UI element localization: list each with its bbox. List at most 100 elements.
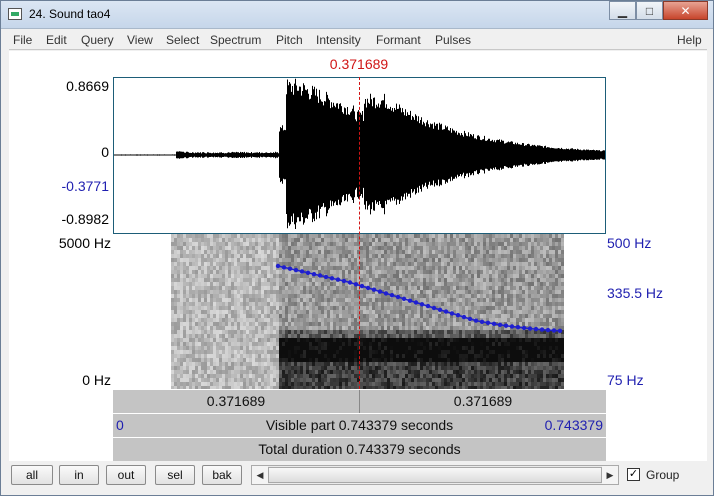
pitch-point [461,314,467,320]
pitch-point [509,324,515,329]
pitch-point [533,326,539,332]
pitch-point [467,316,473,322]
right-part-button[interactable]: 0.371689 [360,393,606,409]
pitch-point [545,327,551,333]
pitch-point [425,303,431,309]
scroll-right-button[interactable]: ▶ [602,466,618,484]
menu-file[interactable]: File [13,33,32,47]
cursor-time-label: 0.371689 [329,56,389,72]
menu-query[interactable]: Query [81,33,114,47]
sound-editor-area: 0.371689 0.8669 0 -0.3771 -0.8982 5000 H… [9,51,707,461]
pitch-point [305,270,311,275]
zoom-out-button[interactable]: out [106,465,146,485]
pitch-point [335,277,341,282]
close-icon: ✕ [680,3,691,18]
pitch-point [419,302,425,307]
pitch-point [539,327,545,332]
spectrogram-freq-min-label: 0 Hz [82,372,111,388]
menu-pulses[interactable]: Pulses [435,33,471,47]
pitch-point [287,266,293,271]
pitch-min-label: 75 Hz [607,372,644,388]
pitch-point [329,276,335,281]
pitch-max-label: 500 Hz [607,235,652,251]
pitch-point [383,291,389,296]
visible-part-label: Visible part 0.743379 seconds [265,417,454,433]
pitch-point [323,274,329,280]
menu-help[interactable]: Help [677,33,702,47]
menu-intensity[interactable]: Intensity [316,33,361,47]
total-duration-label: Total duration 0.743379 seconds [258,441,461,457]
total-duration-bar[interactable]: Total duration 0.743379 seconds [113,437,606,461]
pitch-point [293,267,299,273]
pitch-point [347,280,353,285]
pitch-point [455,313,461,318]
horizontal-scrollbar[interactable]: ◀ ▶ [251,465,619,485]
menu-edit[interactable]: Edit [46,33,67,47]
visible-part-bar[interactable]: 0 Visible part 0.743379 seconds 0.743379 [113,413,606,437]
pitch-point [371,287,377,292]
pitch-point [341,278,347,284]
waveform-trace [114,78,605,229]
pitch-point [365,285,371,291]
zoom-in-button[interactable]: in [59,465,99,485]
scrollbar-thumb[interactable] [268,467,602,483]
waveform-ymax-label: 0.8669 [66,78,109,94]
menu-spectrum[interactable]: Spectrum [210,33,261,47]
pitch-point [521,325,527,331]
pitch-point [479,319,485,324]
spectrogram-freq-max-label: 5000 Hz [58,235,111,251]
waveform-cursor-value-label: -0.3771 [61,178,109,194]
bottom-toolbar: all in out sel bak ◀ ▶ ✓ Group [9,462,707,488]
pitch-point [353,282,359,287]
menu-view[interactable]: View [127,33,153,47]
pitch-point [491,321,497,326]
pitch-point [311,272,317,277]
pitch-point [485,320,491,325]
menu-pitch[interactable]: Pitch [276,33,303,47]
selection-duration-bar: 0.371689 0.371689 [113,389,606,414]
waveform-zero-label: 0 [101,144,109,160]
spectrogram-image [171,234,564,389]
pitch-point [413,300,419,305]
pitch-point [503,323,509,328]
title-bar[interactable]: 24. Sound tao4 ▁ □ ✕ [1,1,713,29]
visible-end-label: 0.743379 [544,417,603,433]
pitch-point [443,309,449,314]
close-button[interactable]: ✕ [663,1,708,20]
pitch-point [407,298,413,303]
waveform-plot [114,78,605,229]
window-controls: ▁ □ ✕ [609,1,708,21]
zoom-back-button[interactable]: bak [202,465,242,485]
praat-sound-window: 24. Sound tao4 ▁ □ ✕ File Edit Query Vie… [0,0,714,496]
window-title: 24. Sound tao4 [29,7,111,21]
maximize-icon: □ [645,3,654,18]
maximize-button[interactable]: □ [636,1,663,20]
pitch-point [389,293,395,298]
pitch-mid-label: 335.5 Hz [607,285,664,301]
menu-formant[interactable]: Formant [376,33,421,47]
pitch-point [557,328,563,333]
pitch-point [437,307,443,312]
group-checkbox[interactable]: ✓ [627,468,640,481]
pitch-point [551,328,557,333]
pitch-point [401,296,407,301]
pitch-point [527,326,533,331]
menu-bar: File Edit Query View Select Spectrum Pit… [9,30,707,50]
praat-sound-icon [8,8,22,20]
pitch-point [515,325,521,330]
zoom-all-button[interactable]: all [11,465,53,485]
triangle-left-icon: ◀ [256,469,264,480]
menu-select[interactable]: Select [166,33,199,47]
checkmark-icon: ✓ [628,468,639,480]
scroll-left-button[interactable]: ◀ [252,466,268,484]
group-label: Group [646,468,680,482]
zoom-sel-button[interactable]: sel [155,465,195,485]
minimize-button[interactable]: ▁ [609,1,636,20]
pitch-point [395,294,401,300]
pitch-point [281,265,287,270]
pitch-point [317,273,323,278]
pitch-point [377,289,383,294]
pitch-point [431,305,437,311]
pitch-point [473,318,479,323]
left-part-button[interactable]: 0.371689 [113,393,359,409]
